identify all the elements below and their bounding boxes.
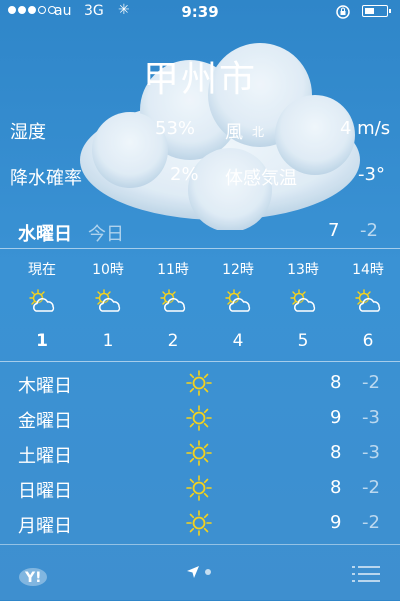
location-arrow-icon[interactable] <box>186 565 200 579</box>
day-name: 土曜日 <box>18 446 72 467</box>
precip-label: 降水確率 <box>10 168 82 189</box>
sun-icon <box>186 370 212 396</box>
partly-sunny-icon <box>355 289 381 312</box>
humidity-value: 53% <box>155 118 196 139</box>
day-name: 金曜日 <box>18 411 72 432</box>
day-high: 9 <box>330 512 342 533</box>
day-high: 8 <box>330 372 342 393</box>
today-label: 今日 <box>88 224 124 245</box>
hour-label: 13時 <box>287 262 319 278</box>
humidity-label: 湿度 <box>10 122 46 143</box>
feels-like-label: 体感気温 <box>225 168 297 189</box>
hour-label: 14時 <box>352 262 384 278</box>
day-low: -3 <box>362 442 380 463</box>
hour-column: 13時 5 <box>275 249 331 359</box>
day-name: 木曜日 <box>18 376 72 397</box>
today-row: 水曜日 今日 7 -2 <box>0 218 400 248</box>
hour-label: 12時 <box>222 262 254 278</box>
page-indicator-dot[interactable] <box>205 569 211 575</box>
hour-column: 現在 1 <box>14 249 70 359</box>
today-day-name: 水曜日 <box>18 224 72 245</box>
day-high: 8 <box>330 442 342 463</box>
wind-direction: 北 <box>252 125 265 139</box>
day-low: -2 <box>362 372 380 393</box>
city-name: 甲州市 <box>142 59 257 100</box>
hour-column: 11時 2 <box>145 249 201 359</box>
hour-label: 現在 <box>28 262 56 278</box>
battery-icon <box>362 5 391 17</box>
daily-forecast-row: 土曜日 8 -3 <box>0 436 400 470</box>
daily-forecast-row: 木曜日 8 -2 <box>0 366 400 400</box>
day-name: 日曜日 <box>18 481 72 502</box>
hourly-forecast[interactable]: 現在 1 10時 1 11時 2 12時 4 13時 5 14時 6 <box>0 248 400 362</box>
yahoo-logo-icon[interactable]: Y! <box>18 563 54 587</box>
today-high: 7 <box>328 220 340 241</box>
wind-value: 4 m/s <box>340 118 391 139</box>
hour-column: 12時 4 <box>210 249 266 359</box>
sun-icon <box>186 510 212 536</box>
hour-label: 11時 <box>157 262 189 278</box>
day-high: 9 <box>330 407 342 428</box>
hour-temp: 2 <box>167 331 179 351</box>
hour-temp: 1 <box>102 331 114 351</box>
city-list-icon[interactable] <box>352 565 380 583</box>
day-low: -2 <box>362 512 380 533</box>
daily-forecast-row: 月曜日 9 -2 <box>0 506 400 540</box>
partly-sunny-icon <box>160 289 186 312</box>
partly-sunny-icon <box>29 289 55 312</box>
sun-icon <box>186 405 212 431</box>
partly-sunny-icon <box>290 289 316 312</box>
wind-label: 風 <box>225 122 243 143</box>
day-low: -3 <box>362 407 380 428</box>
feels-like-value: -3° <box>358 164 385 185</box>
hour-temp: 5 <box>297 331 309 351</box>
day-high: 8 <box>330 477 342 498</box>
status-bar: au 3G ✳ 9:39 <box>0 0 400 24</box>
bottom-toolbar: Y! <box>0 544 400 601</box>
hour-temp: 6 <box>362 331 374 351</box>
hour-column: 14時 6 <box>340 249 396 359</box>
rotation-lock-icon <box>336 5 350 19</box>
hour-column: 10時 1 <box>80 249 136 359</box>
sun-icon <box>186 475 212 501</box>
day-name: 月曜日 <box>18 516 72 537</box>
day-low: -2 <box>362 477 380 498</box>
daily-forecast-row: 金曜日 9 -3 <box>0 401 400 435</box>
daily-forecast-row: 日曜日 8 -2 <box>0 471 400 505</box>
today-low: -2 <box>360 220 378 241</box>
precip-value: 2% <box>170 164 199 185</box>
sun-icon <box>186 440 212 466</box>
hour-temp: 4 <box>232 331 244 351</box>
partly-sunny-icon <box>95 289 121 312</box>
hour-temp: 1 <box>36 331 48 351</box>
hour-label: 10時 <box>92 262 124 278</box>
svg-text:Y!: Y! <box>24 570 42 586</box>
partly-sunny-icon <box>225 289 251 312</box>
